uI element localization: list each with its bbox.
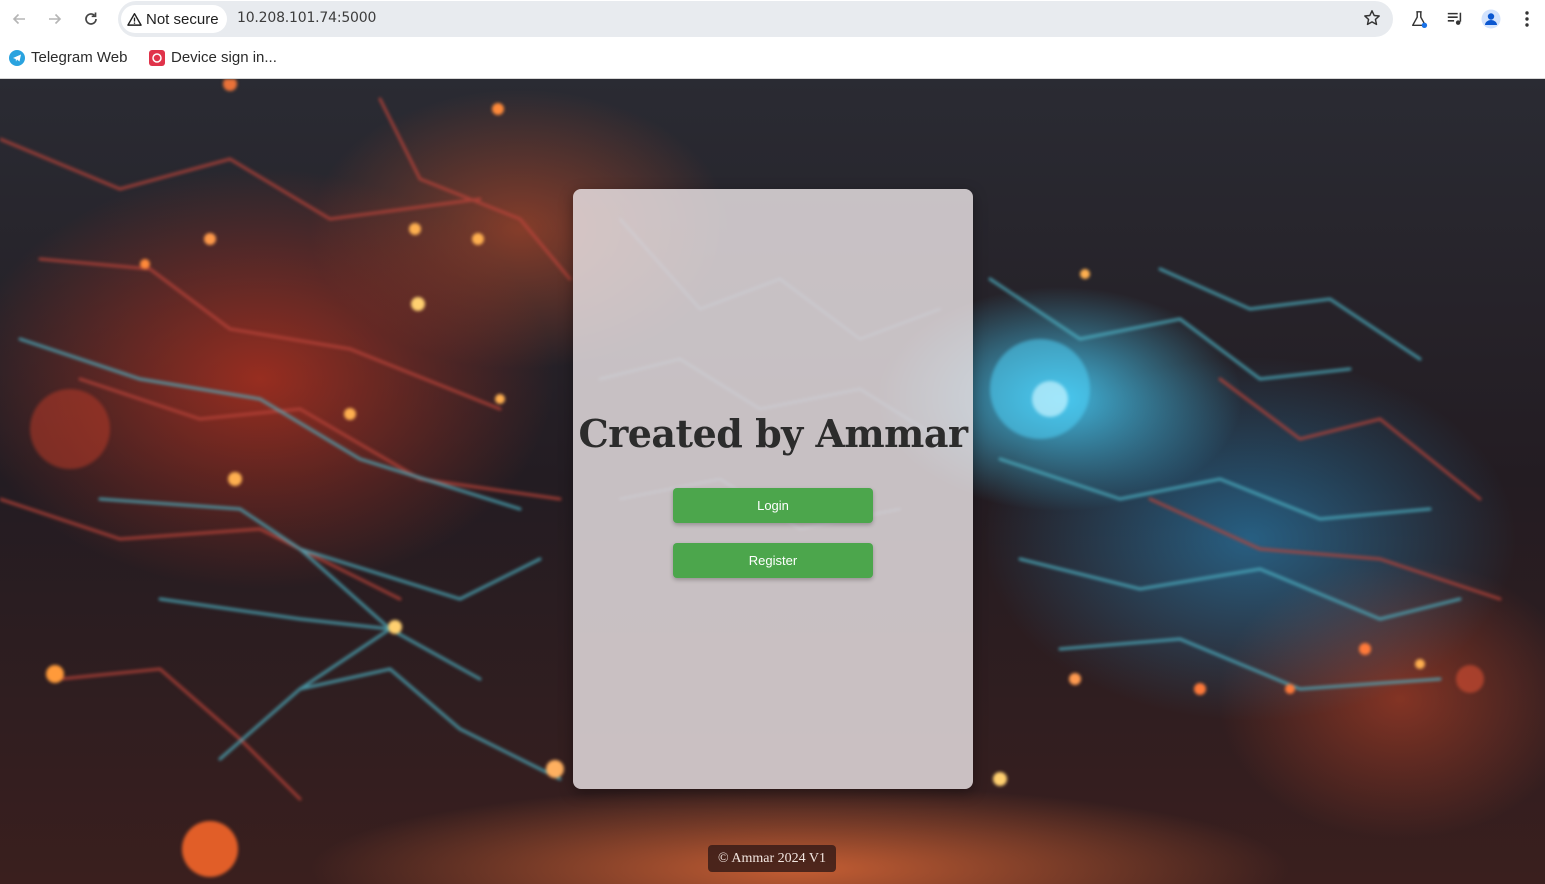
page-title: Created by Ammar (578, 411, 968, 456)
back-arrow-icon[interactable] (7, 7, 31, 31)
bookmark-label: Telegram Web (31, 49, 128, 66)
media-control-icon[interactable] (1444, 8, 1466, 30)
bookmark-label: Device sign in... (171, 49, 277, 66)
bookmarks-bar: Telegram Web Device sign in... (0, 38, 1545, 79)
login-button[interactable]: Login (673, 488, 873, 523)
bookmark-device-signin[interactable]: Device sign in... (149, 49, 277, 66)
address-bar[interactable]: Not secure 10.208.101.74:5000 (118, 1, 1393, 37)
url-text[interactable]: 10.208.101.74:5000 (237, 10, 376, 26)
star-icon[interactable] (1363, 9, 1381, 32)
labs-flask-icon[interactable] (1408, 8, 1430, 30)
telegram-icon (9, 49, 25, 66)
page-viewport: Created by Ammar Login Register © Ammar … (0, 79, 1545, 884)
welcome-card: Created by Ammar Login Register (573, 189, 973, 789)
menu-dots-icon[interactable] (1516, 8, 1538, 30)
device-signin-icon (149, 49, 165, 66)
browser-toolbar: Not secure 10.208.101.74:5000 (0, 0, 1545, 38)
register-button[interactable]: Register (673, 543, 873, 578)
bookmark-telegram[interactable]: Telegram Web (9, 49, 127, 66)
security-chip[interactable]: Not secure (121, 5, 227, 33)
warning-icon (127, 12, 142, 26)
security-label: Not secure (146, 10, 219, 28)
reload-icon[interactable] (79, 7, 103, 31)
profile-avatar-icon[interactable] (1480, 8, 1502, 30)
footer-copyright: © Ammar 2024 V1 (708, 845, 836, 872)
forward-arrow-icon[interactable] (43, 7, 67, 31)
